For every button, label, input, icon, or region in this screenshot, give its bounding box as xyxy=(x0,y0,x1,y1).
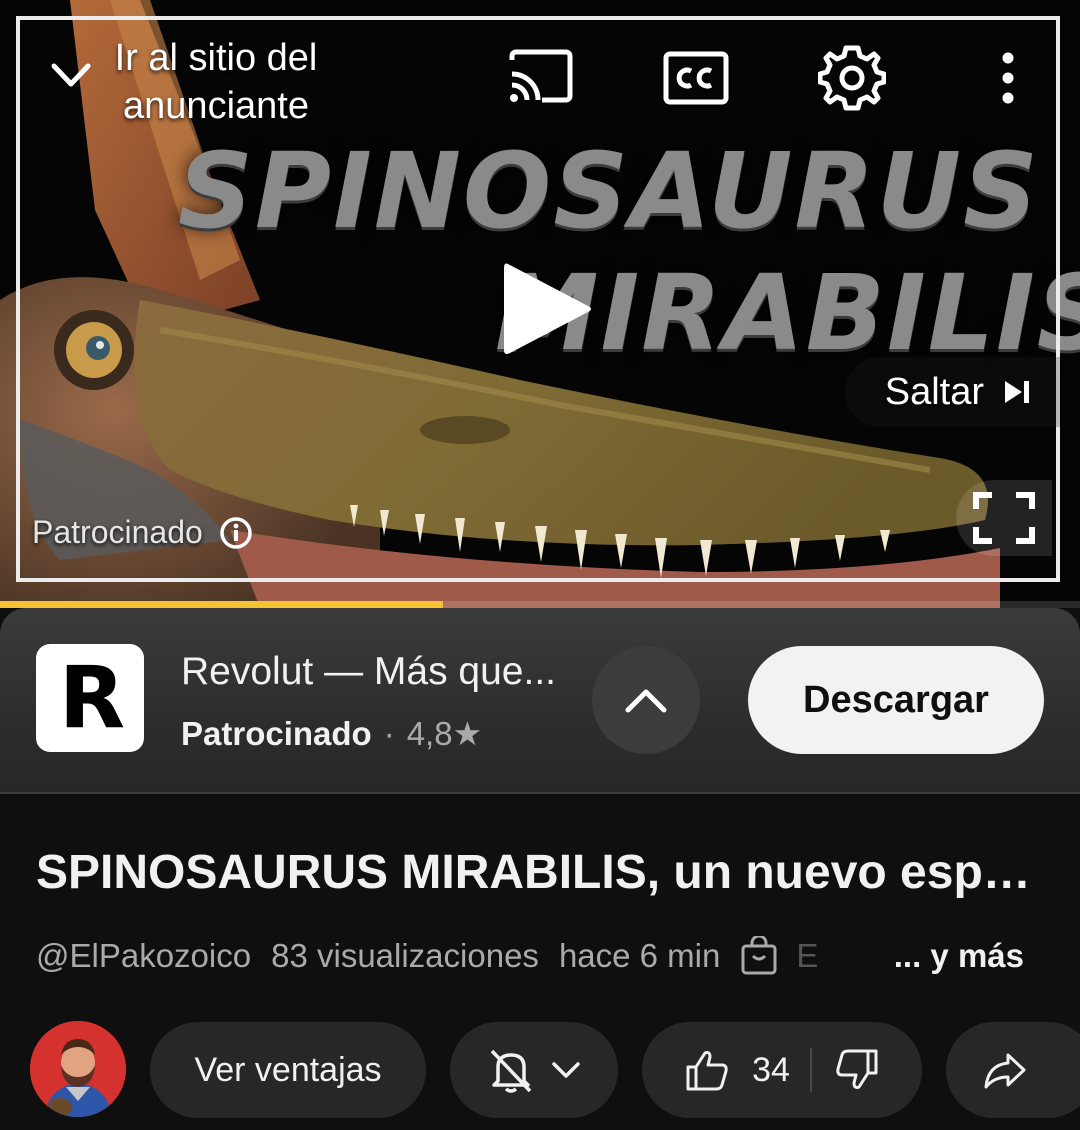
view-perks-label: Ver ventajas xyxy=(194,1050,382,1089)
play-icon[interactable] xyxy=(490,254,600,364)
chevron-down-icon xyxy=(552,1062,580,1078)
view-count: 83 visualizaciones xyxy=(271,937,539,974)
dislike-button[interactable] xyxy=(812,1047,880,1093)
settings-button[interactable] xyxy=(816,44,888,112)
cast-button[interactable] xyxy=(504,44,576,112)
chevron-down-icon xyxy=(51,63,91,87)
like-button[interactable]: 34 xyxy=(684,1047,810,1093)
avatar-image xyxy=(30,1021,126,1117)
captions-button[interactable] xyxy=(660,44,732,112)
revolut-logo: R xyxy=(36,644,144,752)
captions-icon xyxy=(663,51,729,105)
notification-button[interactable] xyxy=(450,1022,618,1118)
share-icon xyxy=(984,1053,1026,1089)
ad-meta: Patrocinado · 4,8 ★ xyxy=(181,714,482,753)
fullscreen-button[interactable] xyxy=(956,480,1052,556)
more-vert-icon xyxy=(1002,52,1014,104)
download-button[interactable]: Descargar xyxy=(748,646,1044,754)
channel-handle[interactable]: @ElPakozoico xyxy=(36,937,251,975)
skip-ad-label: Saltar xyxy=(884,370,984,413)
ad-title: Revolut — Más que... xyxy=(181,650,556,693)
shopping-bag-icon xyxy=(741,936,777,975)
ad-info-bar[interactable]: R Revolut — Más que... Patrocinado · 4,8… xyxy=(0,608,1080,794)
view-perks-button[interactable]: Ver ventajas xyxy=(150,1022,426,1118)
cast-icon xyxy=(509,49,573,103)
ad-rating: 4,8 xyxy=(406,714,453,752)
video-title[interactable]: SPINOSAURUS MIRABILIS, un nuevo espécime… xyxy=(36,845,1046,900)
share-button[interactable] xyxy=(946,1022,1080,1118)
star-icon: ★ xyxy=(452,715,483,752)
divider xyxy=(0,792,1080,794)
ad-sponsored-label: Patrocinado xyxy=(181,714,372,752)
channel-avatar[interactable] xyxy=(30,1021,126,1117)
video-metadata[interactable]: @ElPakozoico 83 visualizaciones hace 6 m… xyxy=(36,934,1036,978)
settings-gear-icon xyxy=(818,45,886,111)
meta-separator: · xyxy=(383,714,395,752)
fullscreen-icon xyxy=(973,492,1035,544)
shopping-tag: E xyxy=(740,936,818,976)
thumb-up-icon xyxy=(686,1051,728,1091)
info-icon xyxy=(220,516,252,549)
ad-progress-bar[interactable] xyxy=(0,601,1080,608)
skip-next-icon xyxy=(1005,381,1029,403)
ad-progress-fill xyxy=(0,601,443,608)
advertiser-link-label: Ir al sitio del anunciante xyxy=(114,37,318,127)
advertiser-site-link[interactable]: Ir al sitio del anunciante xyxy=(46,34,336,130)
sponsored-tag[interactable]: Patrocinado xyxy=(32,514,253,551)
chevron-up-icon xyxy=(625,689,667,713)
video-player[interactable]: SPINOSAURUS MIRABILIS Ir al sitio del an… xyxy=(0,0,1080,608)
expand-ad-button[interactable] xyxy=(592,646,700,754)
show-more-link[interactable]: ... y más xyxy=(863,937,1024,975)
faded-text: E xyxy=(796,937,819,974)
skip-ad-button[interactable]: Saltar xyxy=(844,357,1060,427)
upload-time: hace 6 min xyxy=(558,937,721,974)
bell-off-icon xyxy=(490,1049,532,1093)
thumb-down-icon xyxy=(836,1049,878,1089)
more-options-button[interactable] xyxy=(972,44,1044,112)
ad-art-title-line1: SPINOSAURUS xyxy=(178,130,1040,252)
sponsored-label: Patrocinado xyxy=(32,514,203,550)
like-count: 34 xyxy=(752,1050,790,1089)
like-dislike-group[interactable]: 34 xyxy=(642,1022,922,1118)
revolut-logo-letter: R xyxy=(58,648,125,748)
